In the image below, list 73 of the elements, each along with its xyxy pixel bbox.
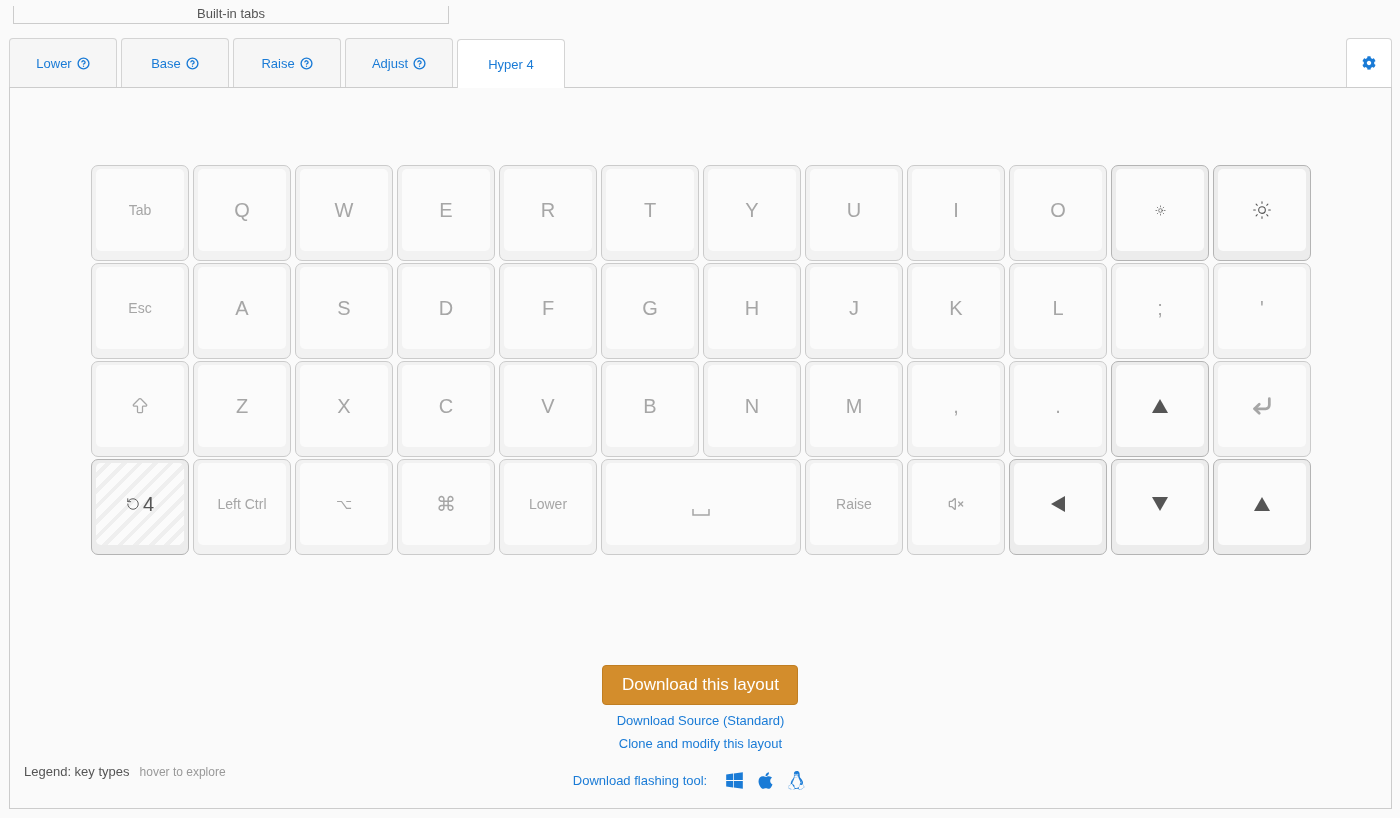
sun-icon [1252,200,1272,220]
keyboard-key[interactable]: U [805,165,903,261]
keyboard-key[interactable] [1111,165,1209,261]
keyboard-key[interactable]: M [805,361,903,457]
keyboard-key[interactable]: Lower [499,459,597,555]
keyboard-key[interactable]: Q [193,165,291,261]
sun-icon [1154,204,1166,216]
keyboard-key[interactable]: Raise [805,459,903,555]
keyboard-key[interactable]: X [295,361,393,457]
keyboard-key[interactable]: . [1009,361,1107,457]
keyboard-key[interactable]: W [295,165,393,261]
keyboard-key[interactable]: D [397,263,495,359]
flashing-tool-label: Download flashing tool: [572,773,708,788]
settings-icon [1362,56,1376,70]
keyboard-key[interactable] [1111,459,1209,555]
keyboard-key[interactable]: C [397,361,495,457]
keyboard-key[interactable]: O [1009,165,1107,261]
keyboard-key[interactable] [1213,459,1311,555]
tab[interactable]: Base [121,38,229,87]
keyboard-key[interactable]: R [499,165,597,261]
link[interactable]: Clone and modify this layout [618,736,783,751]
keyboard-key[interactable]: ⌥ [295,459,393,555]
penguin-logo-icon[interactable] [787,771,807,790]
keyboard-key[interactable]: T [601,165,699,261]
shift-arrow-icon [130,396,150,416]
keyboard-key[interactable]: B [601,361,699,457]
keyboard-key[interactable]: Esc [91,263,189,359]
keyboard-key[interactable]: ⌘ [397,459,495,555]
keyboard-key[interactable]: H [703,263,801,359]
keyboard-key[interactable]: L [1009,263,1107,359]
return-arrow-icon [1251,395,1273,417]
keyboard-key[interactable]: Y [703,165,801,261]
rotate-arrow-icon [125,497,140,511]
keyboard-key[interactable] [601,459,801,555]
speaker-muted-icon [948,496,964,512]
windows-logo-icon[interactable] [725,771,745,790]
download-layout-button[interactable]: Download this layout [602,665,799,705]
keyboard-key[interactable]: K [907,263,1005,359]
keyboard-key[interactable]: E [397,165,495,261]
keyboard-key[interactable]: 4 [91,459,189,555]
settings-button[interactable] [1346,38,1392,87]
legend-hint: hover to explore [139,765,226,779]
keyboard-key[interactable]: A [193,263,291,359]
tab[interactable]: Lower [9,38,117,87]
keyboard-key[interactable] [1111,361,1209,457]
keyboard-key[interactable]: J [805,263,903,359]
keyboard-key[interactable]: S [295,263,393,359]
triangle-up-icon [1254,497,1270,511]
keyboard-key[interactable]: ; [1111,263,1209,359]
keyboard-key[interactable] [1213,361,1311,457]
keyboard-key[interactable]: I [907,165,1005,261]
legend-title: Legend: key types [24,764,130,779]
keyboard-key[interactable] [91,361,189,457]
space-bar-icon [692,508,710,516]
keyboard-key[interactable]: Z [193,361,291,457]
keyboard-key[interactable]: , [907,361,1005,457]
keyboard-key[interactable]: ' [1213,263,1311,359]
keyboard-key[interactable] [1213,165,1311,261]
keyboard-key[interactable] [1009,459,1107,555]
triangle-up-icon [1152,399,1168,413]
keyboard-key[interactable] [907,459,1005,555]
keyboard-key[interactable]: F [499,263,597,359]
keyboard-key[interactable]: N [703,361,801,457]
keyboard-key[interactable]: Left Ctrl [193,459,291,555]
link[interactable]: Download Source (Standard) [616,713,785,728]
tab[interactable]: Hyper 4 [457,39,565,88]
triangle-down-icon [1152,497,1168,511]
triangle-left-icon [1051,496,1065,512]
tab[interactable]: Adjust [345,38,453,87]
keyboard-key[interactable]: V [499,361,597,457]
tab[interactable]: Raise [233,38,341,87]
keyboard-key[interactable]: Tab [91,165,189,261]
keyboard-key[interactable]: G [601,263,699,359]
